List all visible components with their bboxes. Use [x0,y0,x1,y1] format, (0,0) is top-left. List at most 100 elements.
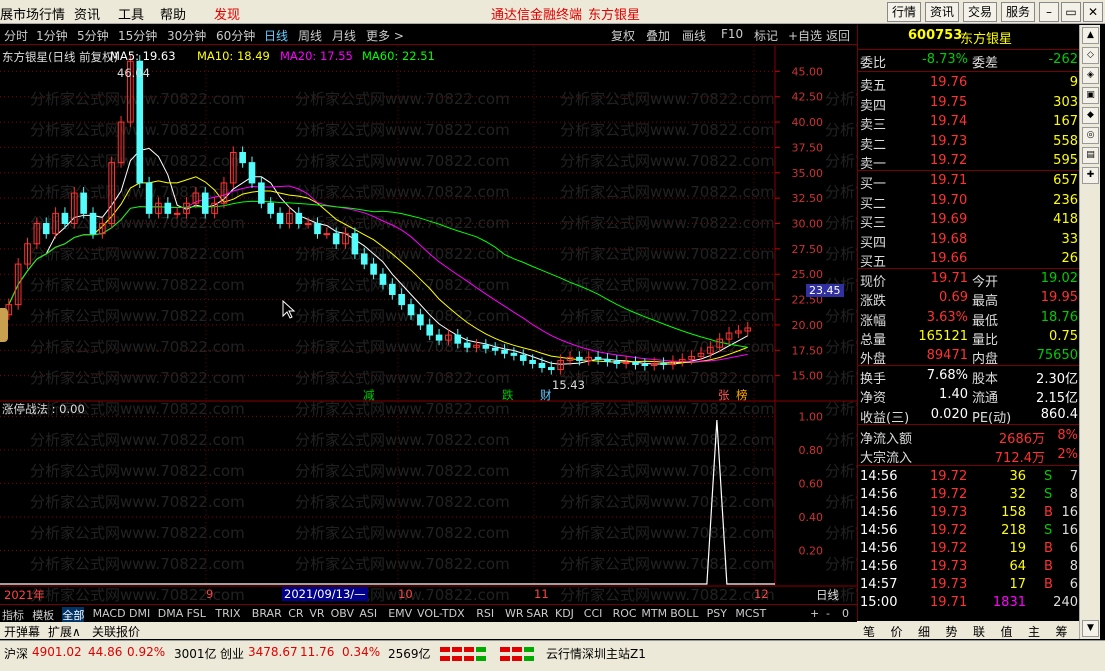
indicator-tab[interactable]: KDJ [555,607,574,620]
indicator-tab[interactable]: 模板 [32,607,54,623]
period-tab[interactable]: 周线 [298,27,322,44]
candle-body [632,361,639,365]
close-icon[interactable]: ✕ [1083,2,1103,22]
indicator-tab[interactable]: BRAR [252,607,282,620]
candle-body [426,324,434,336]
indicator-tab[interactable]: VOL-TDX [417,607,465,620]
quote-tab[interactable]: 笔 [863,623,875,640]
related-quote-button[interactable]: 关联报价 [92,623,140,640]
quote-tab[interactable]: 细 [918,623,930,640]
sidebar-button[interactable]: ◎ [1082,127,1099,144]
restore-icon[interactable]: ▭ [1061,2,1081,22]
indicator-tab[interactable]: 全部 [62,607,85,623]
sidebar-button[interactable]: ◈ [1082,67,1099,84]
quote-button[interactable]: 行情 [887,2,921,22]
indicator-tab-control[interactable]: - [826,607,830,620]
indicator-tab[interactable]: DMI [129,607,150,620]
y-tick-label: 45.00 [792,65,824,78]
indicator-tab[interactable]: DMA [158,607,184,620]
sidebar-button[interactable]: ◆ [1082,107,1099,124]
indicator-tab[interactable]: BOLL [670,607,698,620]
indicator-tab[interactable]: CCI [584,607,603,620]
watermark-text: 分析家公式网www.70822.com [30,524,245,542]
mark-button[interactable]: 标记 [754,27,778,44]
indicator-tab[interactable]: OBV [331,607,354,620]
flow-pct: 2% [1057,447,1078,462]
expand-toggle[interactable]: 扩展∧ [48,623,81,640]
f10-button[interactable]: F10 [721,27,743,41]
indicator-tab[interactable]: WR [505,607,524,620]
indicator-tab[interactable]: PSY [707,607,727,620]
sidebar-button[interactable]: ▤ [1082,147,1099,164]
bid-label: 买三 [860,216,887,231]
watermark-text: 分析家公式网www.70822.com [560,307,775,325]
tick-volume: 19 [1009,541,1026,556]
period-tab[interactable]: 60分钟 [216,27,255,44]
quote-tab[interactable]: 主 [1028,623,1040,640]
watermark-text: 分析家公式网www.70822.com [30,338,245,356]
indicator-tab-control[interactable]: + [810,607,819,620]
watermark-text: 分析家公式网www.70822.com [295,555,510,573]
service-button[interactable]: 服务 [1001,2,1035,22]
watermark-text: 分析家公式网www.70822.com [295,431,510,449]
indicator-tab[interactable]: MCST [735,607,766,620]
period-tab[interactable]: 15分钟 [118,27,157,44]
period-more[interactable]: 更多 > [366,27,404,44]
candle-body [145,182,153,214]
kline-chart[interactable]: 45.00 42.50 40.00 37.50 35.00 32.50 30.00 27.50… [0,46,1040,604]
quote-tab[interactable]: 价 [891,623,903,640]
add-watchlist-button[interactable]: +自选 [788,27,822,44]
indicator-tab[interactable]: TRIX [215,607,240,620]
menu-discover[interactable]: 发现 [214,4,240,23]
status-bar: 沪深 4901.02 44.86 0.92% 3001亿 创业 3478.67 … [0,640,1105,671]
overlay-button[interactable]: 叠加 [646,27,670,44]
sidebar-button[interactable]: ▣ [1082,87,1099,104]
tick-side: B [1044,559,1053,574]
period-tab[interactable]: 30分钟 [167,27,206,44]
indicator-tab[interactable]: FSL [187,607,206,620]
quote-tab[interactable]: 联 [973,623,985,640]
indicator-tab[interactable]: CR [288,607,303,620]
menu-news[interactable]: 资讯 [74,4,100,23]
high-price-label: 46.04 [117,66,150,80]
sidebar-button[interactable]: ✚ [1082,167,1099,184]
indicator-tab[interactable]: EMV [388,607,412,620]
quote-tab[interactable]: 筹 [1056,623,1068,640]
scroll-down-icon[interactable]: ▼ [1082,620,1099,637]
kline-chart-area[interactable]: 45.00 42.50 40.00 37.50 35.00 32.50 30.00 27.50… [0,46,1040,604]
indicator-tab[interactable]: SAR [526,607,548,620]
menu-market[interactable]: 展市场行情 [0,4,65,23]
server-name[interactable]: 云行情深圳主站Z1 [546,645,646,662]
period-tab[interactable]: 月线 [332,27,356,44]
minimize-icon[interactable]: – [1039,2,1059,22]
period-tab[interactable]: 5分钟 [77,27,109,44]
indicator-tab[interactable]: RSI [476,607,494,620]
indicator-tab[interactable]: MACD [93,607,126,620]
period-tab[interactable]: 分时 [4,27,28,44]
news-button[interactable]: 资讯 [925,2,959,22]
indicator-tab[interactable]: ASI [359,607,377,620]
menu-help[interactable]: 帮助 [160,4,186,23]
trade-button[interactable]: 交易 [963,2,997,22]
indicator-tab[interactable]: MTM [641,607,667,620]
indicator-tab[interactable]: 指标 [2,607,24,623]
tick-side: S [1044,487,1053,502]
left-panel-handle[interactable] [0,308,8,342]
quote-tab[interactable]: 值 [1001,623,1013,640]
quote-tab[interactable]: 势 [946,623,958,640]
sidebar-button[interactable]: ◇ [1082,47,1099,64]
back-button[interactable]: 返回 [826,27,850,44]
draw-button[interactable]: 画线 [682,27,706,44]
current-price-box: 23.45 [806,284,844,297]
watermark-text: 分析家公式网www.70822.com [295,121,510,139]
period-tab-selected[interactable]: 日线 [264,27,288,44]
indicator-tab[interactable]: ROC [613,607,637,620]
period-tab[interactable]: 1分钟 [36,27,68,44]
menu-tools[interactable]: 工具 [118,4,144,23]
scroll-up-icon[interactable]: ▲ [1082,27,1099,44]
danmaku-toggle[interactable]: 开弹幕 [4,623,40,640]
indicator-tab[interactable]: VR [309,607,324,620]
indicator-tab-control[interactable]: 0 [842,607,849,620]
adjust-button[interactable]: 复权 [611,27,635,44]
candle-body [42,223,50,235]
